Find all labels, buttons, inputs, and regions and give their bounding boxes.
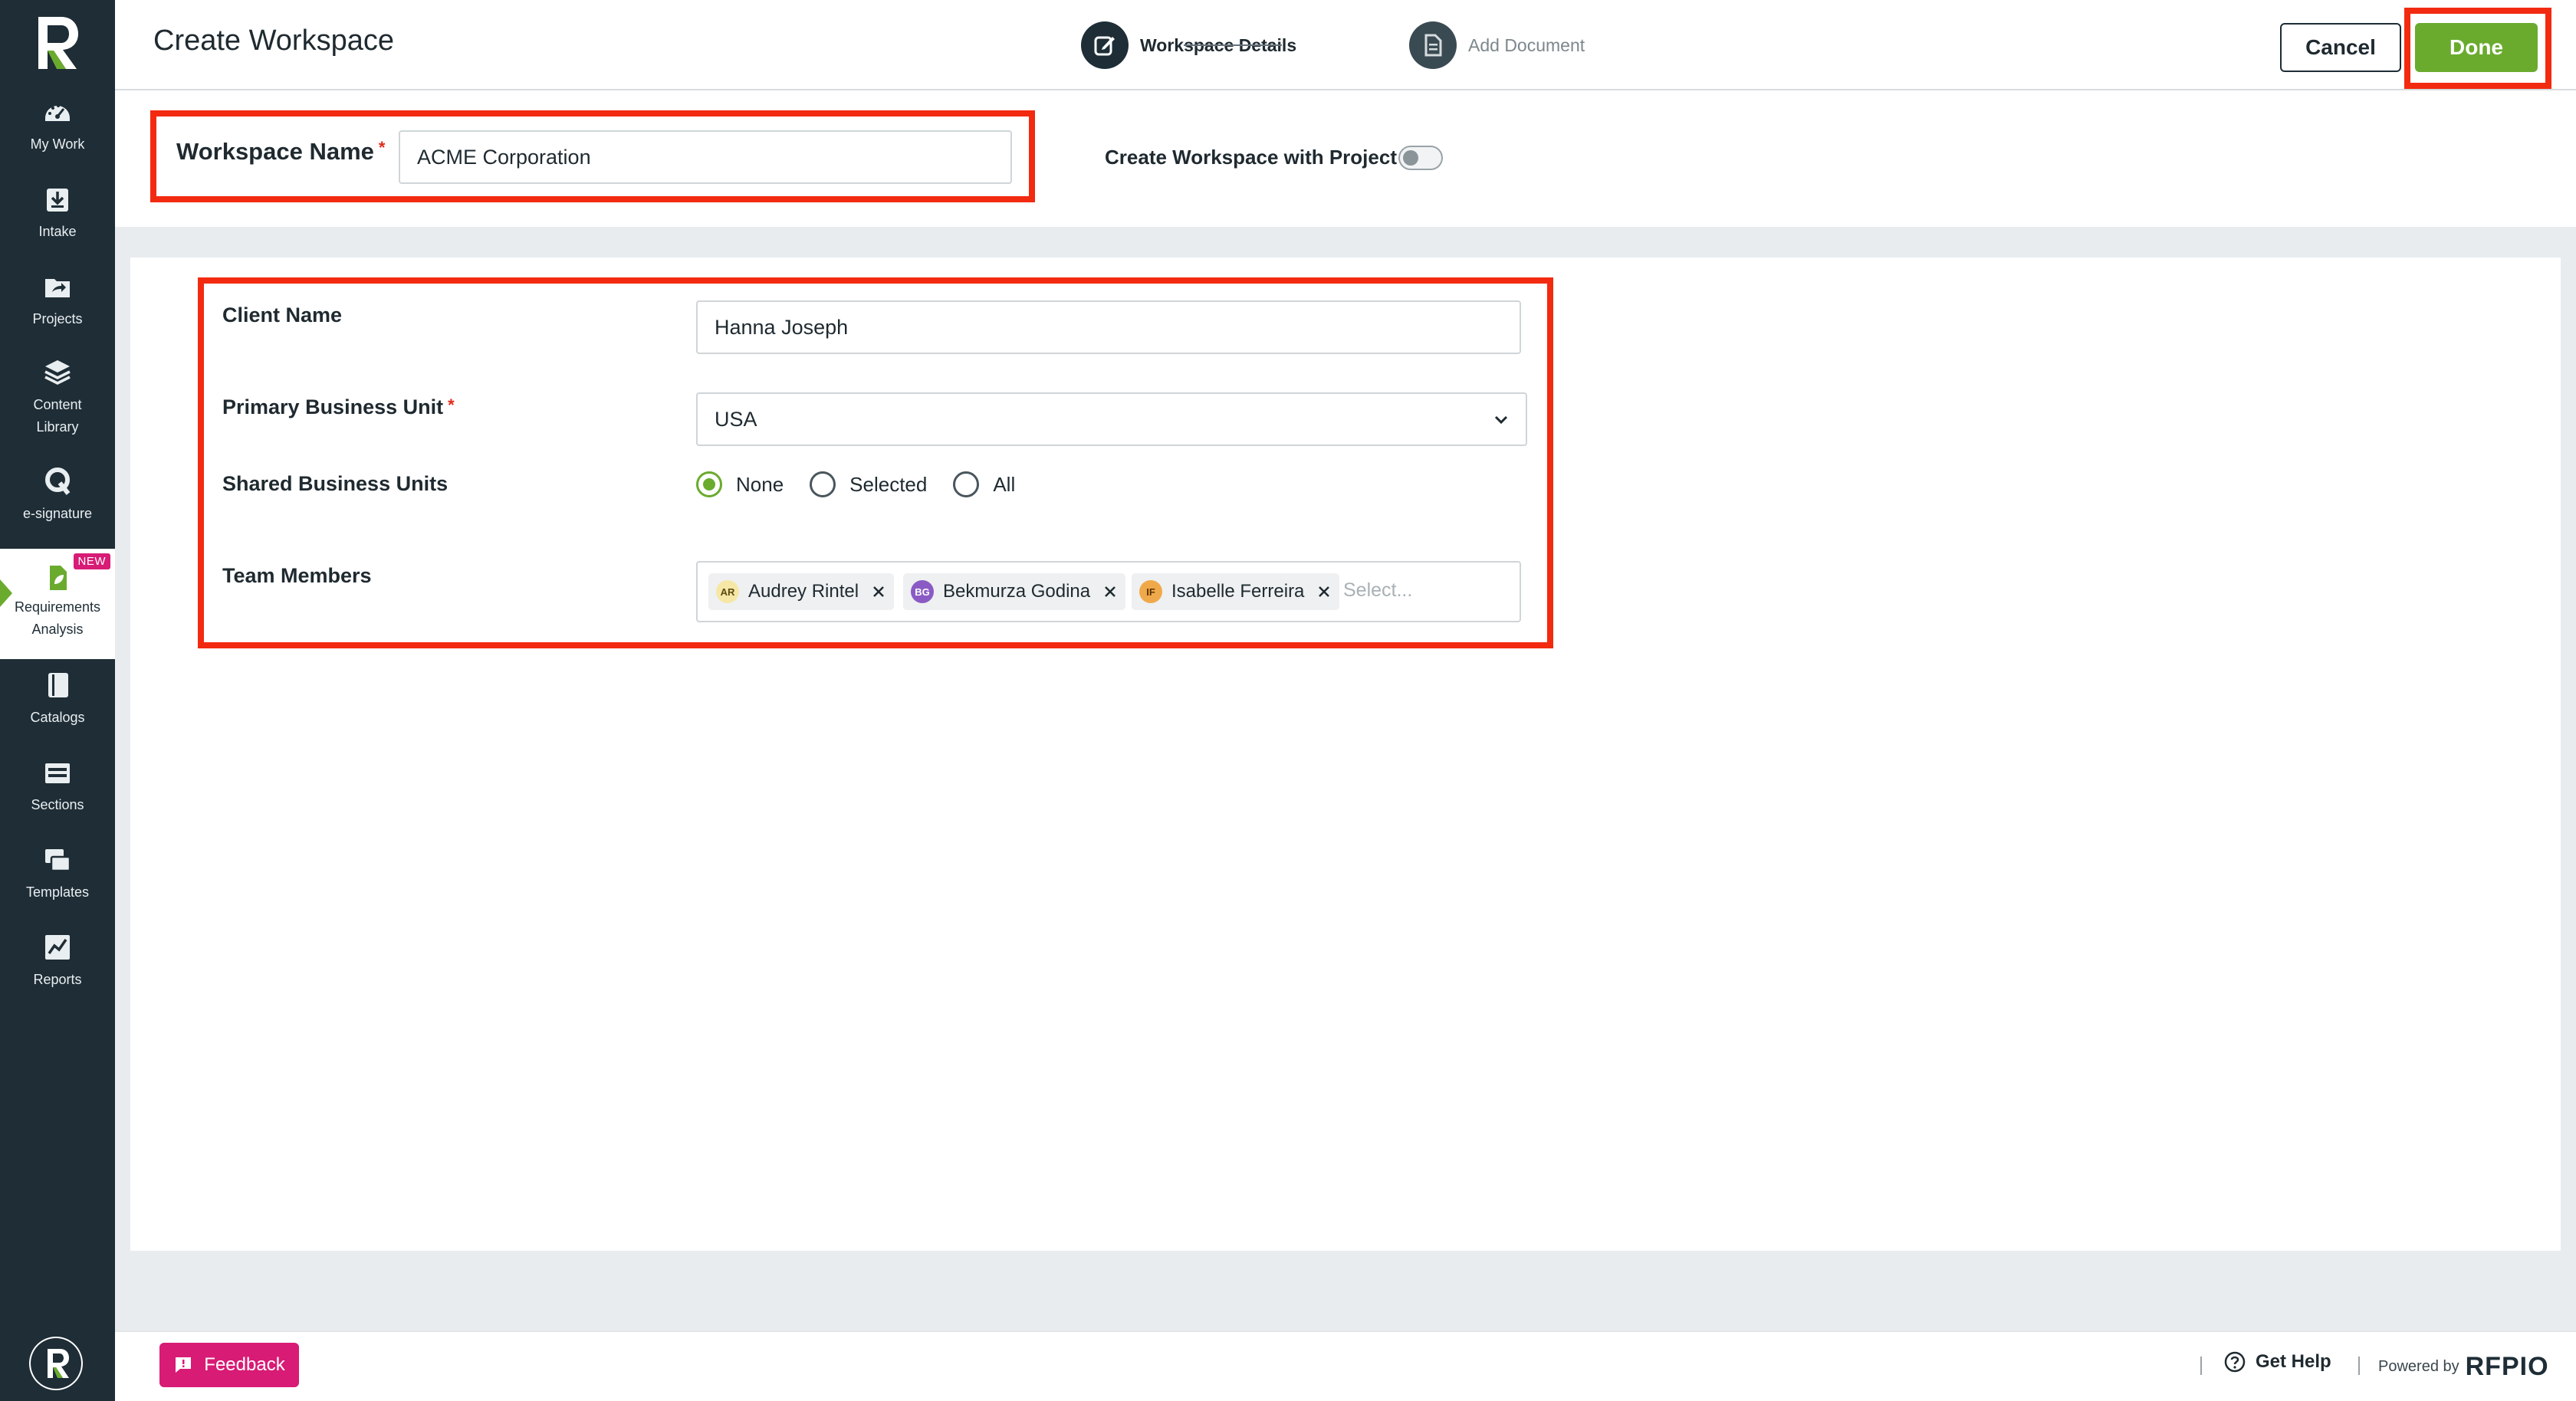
- client-name-label: Client Name: [222, 303, 343, 326]
- powered-by-label: Powered by: [2378, 1358, 2459, 1375]
- signature-icon: [45, 468, 71, 495]
- sidebar-item-content-library[interactable]: Content Library: [0, 357, 115, 449]
- workspace-name-label-text: Workspace Name: [176, 138, 374, 165]
- sidebar-item-reports[interactable]: Reports: [0, 932, 115, 1015]
- client-name-value: Hanna Joseph: [715, 315, 849, 339]
- workspace-name-input[interactable]: [399, 130, 1012, 184]
- sidebar-item-label: Intake: [38, 224, 77, 239]
- sidebar-item-catalogs[interactable]: Catalogs: [0, 670, 115, 753]
- page-title: Create Workspace: [153, 25, 394, 57]
- sidebar-item-label: Requirements Analysis: [14, 599, 101, 637]
- team-member-name: Bekmurza Godina: [943, 581, 1091, 602]
- layers-icon: [44, 360, 71, 385]
- chevron-down-icon: [1494, 415, 1508, 425]
- radio-button-selected[interactable]: [696, 471, 722, 497]
- feedback-icon: [176, 1357, 192, 1373]
- required-mark: *: [378, 138, 386, 157]
- toggle-knob: [1403, 150, 1418, 166]
- brand-logo-icon: [29, 1337, 83, 1390]
- divider: [2200, 1357, 2202, 1375]
- team-members-multiselect[interactable]: AR Audrey Rintel BG Bekmurza Godina IF I…: [696, 561, 1521, 622]
- required-mark: *: [448, 395, 455, 415]
- divider: [2358, 1357, 2360, 1375]
- sidebar-item-label: Projects: [32, 311, 83, 326]
- sidebar-item-label: Templates: [25, 884, 90, 900]
- primary-business-unit-select[interactable]: USA: [696, 392, 1527, 446]
- sections-icon: [45, 763, 70, 783]
- team-members-label: Team Members: [222, 564, 372, 587]
- create-with-project-toggle[interactable]: [1398, 146, 1443, 170]
- close-icon[interactable]: [1102, 584, 1118, 599]
- radio-button[interactable]: [953, 471, 980, 497]
- book-icon: [48, 673, 68, 697]
- sidebar-item-intake[interactable]: Intake: [0, 184, 115, 267]
- new-badge: NEW: [73, 553, 110, 569]
- sidebar-item-label: Catalogs: [30, 710, 85, 725]
- primary-business-unit-label-text: Primary Business Unit: [222, 395, 444, 418]
- step-label: Add Document: [1468, 34, 1585, 55]
- primary-business-unit-value: USA: [715, 407, 757, 431]
- brand-logo: RFPIO: [2465, 1352, 2549, 1381]
- radio-label: None: [736, 472, 784, 496]
- team-member-tag: BG Bekmurza Godina: [903, 573, 1126, 610]
- avatar: AR: [716, 580, 739, 603]
- folder-share-icon: [45, 279, 70, 297]
- radio-button[interactable]: [810, 471, 836, 497]
- avatar: IF: [1139, 580, 1162, 603]
- chart-icon: [45, 935, 70, 960]
- team-members-placeholder[interactable]: Select...: [1343, 579, 1412, 602]
- sidebar-item-templates[interactable]: Templates: [0, 845, 115, 927]
- document-icon: [1409, 21, 1457, 69]
- document-leaf-icon: [50, 566, 67, 590]
- create-with-project-label: Create Workspace with Project: [1105, 146, 1397, 169]
- close-icon[interactable]: [871, 584, 886, 599]
- step-add-document: Add Document: [1409, 21, 1585, 69]
- client-name-input[interactable]: Hanna Joseph: [696, 300, 1521, 354]
- radio-none[interactable]: None: [696, 471, 784, 497]
- sidebar-item-label: My Work: [30, 136, 85, 152]
- header: Create Workspace: [115, 0, 2576, 90]
- workspace-name-label: Workspace Name *: [176, 138, 385, 166]
- get-help-label: Get Help: [2256, 1351, 2331, 1372]
- sidebar-item-label: Content Library: [33, 397, 82, 435]
- feedback-button[interactable]: Feedback: [159, 1343, 299, 1387]
- done-button[interactable]: Done: [2415, 23, 2538, 72]
- team-member-tag: AR Audrey Rintel: [708, 573, 895, 610]
- feedback-label: Feedback: [204, 1354, 285, 1375]
- get-help-link[interactable]: Get Help: [2223, 1350, 2331, 1373]
- sidebar-item-requirements-analysis[interactable]: NEW Requirements Analysis: [0, 549, 115, 659]
- shared-business-units-radio-group: None Selected All: [696, 469, 1041, 500]
- sidebar-item-label: Sections: [31, 797, 84, 812]
- team-member-name: Audrey Rintel: [748, 581, 859, 602]
- sidebar-item-projects[interactable]: Projects: [0, 271, 115, 354]
- footer: Feedback Get Help Powered by RFPIO: [115, 1330, 2576, 1401]
- gauge-icon: [45, 104, 70, 121]
- sidebar-item-label: Reports: [33, 972, 82, 987]
- radio-label: Selected: [849, 472, 928, 496]
- help-icon: [2224, 1351, 2246, 1373]
- sidebar-item-my-work[interactable]: My Work: [0, 97, 115, 179]
- radio-all[interactable]: All: [953, 471, 1015, 497]
- templates-icon: [45, 849, 71, 872]
- sidebar: My Work Intake Projects Content Library …: [0, 0, 115, 1401]
- step-connector: [1184, 44, 1282, 46]
- team-member-tag: IF Isabelle Ferreira: [1132, 573, 1340, 610]
- sidebar-item-e-signature[interactable]: e-signature: [0, 466, 115, 549]
- shared-business-units-label: Shared Business Units: [222, 472, 449, 495]
- inbox-download-icon: [47, 189, 68, 212]
- primary-business-unit-label: Primary Business Unit *: [222, 395, 455, 419]
- avatar: BG: [911, 580, 934, 603]
- team-member-name: Isabelle Ferreira: [1171, 581, 1305, 602]
- powered-by: Powered by RFPIO: [2378, 1352, 2549, 1382]
- radio-label: All: [993, 472, 1016, 496]
- sidebar-item-label: e-signature: [22, 506, 93, 521]
- app-logo-icon[interactable]: [32, 12, 83, 74]
- radio-selected[interactable]: Selected: [810, 471, 927, 497]
- close-icon[interactable]: [1316, 584, 1332, 599]
- sidebar-item-sections[interactable]: Sections: [0, 757, 115, 840]
- cancel-button[interactable]: Cancel: [2280, 23, 2401, 72]
- edit-icon: [1081, 21, 1129, 69]
